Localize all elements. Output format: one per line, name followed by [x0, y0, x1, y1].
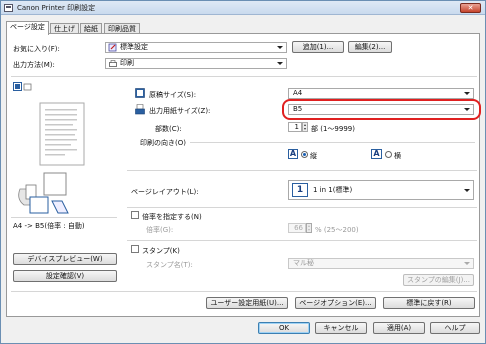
output-method-label: 出力方法(M): — [13, 61, 55, 69]
window-title: Canon Printer 印刷設定 — [17, 4, 96, 12]
chevron-down-icon — [464, 92, 470, 95]
printer-icon — [109, 60, 117, 67]
chevron-down-icon — [464, 262, 470, 265]
apply-button[interactable]: 適用(A) — [373, 322, 425, 334]
favorites-label: お気に入り(F): — [13, 45, 60, 53]
copies-range: 部 (1〜9999) — [311, 125, 355, 133]
landscape-label: 横 — [394, 152, 401, 160]
output-paper-size-label: 出力用紙サイズ(Z): — [149, 107, 211, 115]
stamp-checkbox[interactable] — [131, 245, 139, 253]
stamp-name-dropdown[interactable]: マル秘 — [288, 258, 474, 269]
scaling-rate-input[interactable]: 66 — [288, 223, 306, 233]
stamp-name-value: マル秘 — [293, 259, 314, 267]
portrait-radio[interactable] — [301, 151, 308, 158]
title-bar: Canon Printer 印刷設定 ✕ — [1, 1, 485, 15]
divider — [11, 291, 477, 292]
scaling-rate-label: 倍率(G): — [146, 226, 174, 234]
divider — [127, 207, 477, 208]
original-size-dropdown[interactable]: A4 — [288, 88, 474, 99]
copies-stepper[interactable] — [302, 122, 308, 132]
copies-label: 部数(C): — [155, 125, 182, 133]
edit-favorite-button[interactable]: 編集(2)... — [348, 41, 392, 53]
preview-caption: A4 -> B5(倍率 : 自動) — [13, 222, 85, 230]
output-paper-icon — [135, 104, 145, 115]
orientation-label: 印刷の向き(O) — [140, 139, 186, 147]
confirm-settings-button[interactable]: 設定確認(V) — [13, 270, 117, 282]
divider — [190, 142, 475, 143]
portrait-orientation-icon: A — [288, 149, 298, 159]
edit-stamp-button[interactable]: スタンプの編集(J)... — [403, 274, 474, 286]
favorites-value: 標準設定 — [120, 43, 148, 51]
scaling-checkbox-label: 倍率を指定する(N) — [142, 213, 202, 221]
portrait-label: 縦 — [310, 152, 317, 160]
output-method-value: 印刷 — [120, 59, 134, 67]
original-size-icon — [135, 88, 145, 98]
scaling-checkbox[interactable] — [131, 211, 139, 219]
page-options-button[interactable]: ページオプション(E)... — [295, 297, 376, 309]
print-settings-window: Canon Printer 印刷設定 ✕ ページ設定 仕上げ 給紙 印刷品質 お… — [0, 0, 486, 344]
page-setup-panel: お気に入り(F): 標準設定 追加(1)... 編集(2)... 出力方法(M)… — [6, 33, 481, 317]
chevron-down-icon — [277, 46, 283, 49]
add-favorite-button[interactable]: 追加(1)... — [292, 41, 344, 53]
preview-mode-icon[interactable] — [13, 82, 33, 92]
scaling-rate-stepper[interactable] — [306, 223, 312, 233]
original-size-label: 原稿サイズ(S): — [149, 91, 197, 99]
printer-icon — [4, 4, 13, 12]
divider — [127, 240, 477, 241]
page-preview — [18, 102, 85, 214]
divider — [11, 217, 117, 218]
device-preview-button[interactable]: デバイスプレビュー(W) — [13, 253, 117, 265]
landscape-orientation-icon: A — [371, 149, 382, 159]
user-defined-paper-button[interactable]: ユーザー設定用紙(U)... — [206, 297, 288, 309]
stamp-name-label: スタンプ名(T): — [146, 261, 193, 269]
page-layout-icon: 1 — [292, 183, 308, 197]
close-button[interactable]: ✕ — [460, 3, 481, 13]
divider — [127, 170, 477, 171]
chevron-down-icon — [277, 62, 283, 65]
scaling-rate-range: % (25〜200) — [315, 226, 359, 234]
page-layout-value: 1 in 1(標準) — [313, 186, 353, 194]
copies-input[interactable]: 1 — [288, 122, 302, 132]
ok-button[interactable]: OK — [258, 322, 310, 334]
highlight-ring — [282, 99, 481, 120]
help-button[interactable]: ヘルプ — [430, 322, 480, 334]
tab-page-setup[interactable]: ページ設定 — [6, 21, 49, 35]
output-method-dropdown[interactable]: 印刷 — [105, 58, 287, 69]
divider — [11, 76, 477, 77]
restore-defaults-button[interactable]: 標準に戻す(R) — [383, 297, 475, 309]
page-layout-dropdown[interactable]: 1 1 in 1(標準) — [288, 180, 474, 200]
page-layout-label: ページレイアウト(L): — [131, 188, 199, 196]
landscape-radio[interactable] — [385, 151, 392, 158]
favorites-dropdown[interactable]: 標準設定 — [105, 42, 287, 53]
stamp-checkbox-label: スタンプ(K) — [142, 247, 180, 255]
chevron-down-icon — [464, 189, 470, 192]
favorites-icon — [108, 43, 117, 52]
cancel-button[interactable]: キャンセル — [315, 322, 367, 334]
original-size-value: A4 — [293, 89, 303, 97]
